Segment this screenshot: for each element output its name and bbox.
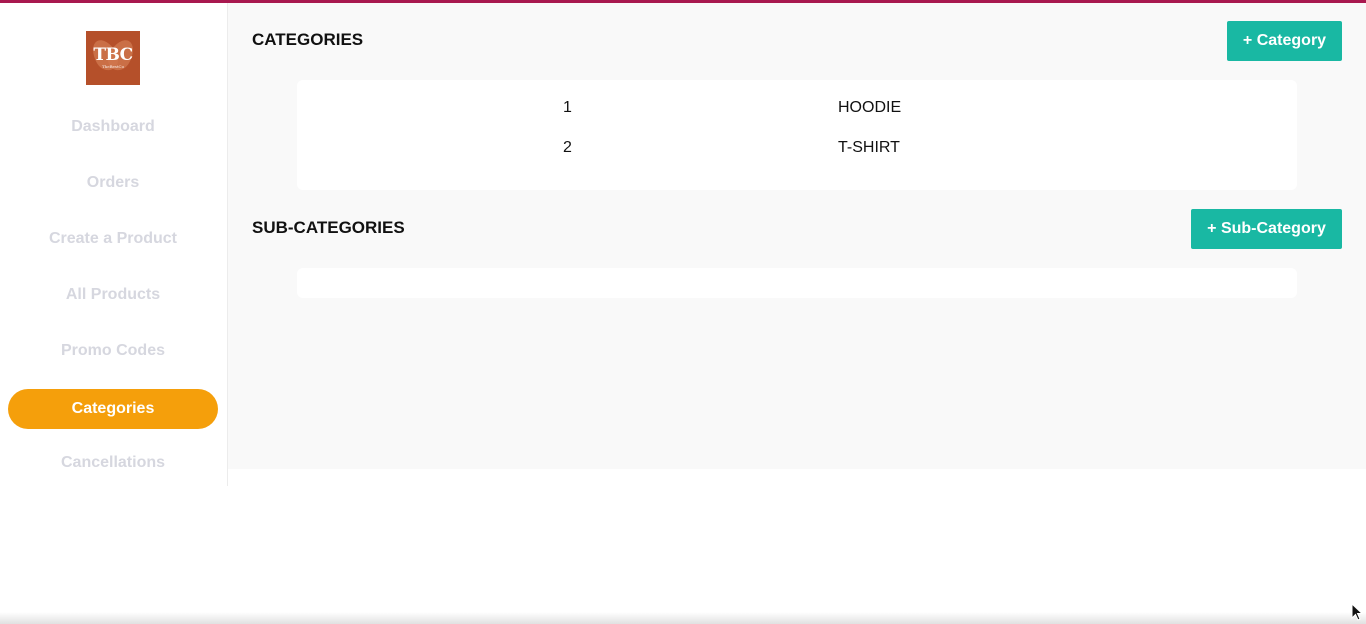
sidebar-item-orders[interactable]: Orders (8, 163, 218, 203)
sidebar-item-categories[interactable]: Categories (8, 389, 218, 429)
category-name: T-SHIRT (838, 139, 900, 156)
sidebar: TBC TheBestCo Dashboard Orders Create a … (0, 3, 228, 486)
categories-title: CATEGORIES (252, 30, 364, 49)
category-name: HOODIE (838, 99, 902, 116)
bottom-shadow (0, 612, 1366, 624)
add-subcategory-button[interactable]: + Sub-Category (1191, 209, 1342, 249)
sidebar-item-cancellations[interactable]: Cancellations (8, 443, 218, 483)
sidebar-item-create-product[interactable]: Create a Product (8, 219, 218, 259)
category-id: 1 (563, 99, 572, 116)
logo-subtext: TheBestCo (101, 63, 125, 69)
sidebar-item-dashboard[interactable]: Dashboard (8, 107, 218, 147)
subcategories-table (297, 268, 1297, 298)
main-content: CATEGORIES + Category 1 HOODIE 2 T-SHIRT… (228, 3, 1366, 469)
sidebar-item-promo-codes[interactable]: Promo Codes (8, 331, 218, 371)
brand-logo[interactable]: TBC TheBestCo (86, 31, 140, 85)
add-category-button[interactable]: + Category (1227, 21, 1342, 61)
table-row[interactable]: 2 T-SHIRT (297, 127, 1297, 167)
mouse-cursor-icon (1351, 603, 1363, 621)
categories-table: 1 HOODIE 2 T-SHIRT (297, 80, 1297, 190)
sidebar-item-all-products[interactable]: All Products (8, 275, 218, 315)
logo-text: TBC (93, 44, 133, 65)
table-row[interactable]: 1 HOODIE (297, 87, 1297, 127)
category-id: 2 (563, 139, 572, 156)
subcategories-title: SUB-CATEGORIES (252, 218, 405, 237)
